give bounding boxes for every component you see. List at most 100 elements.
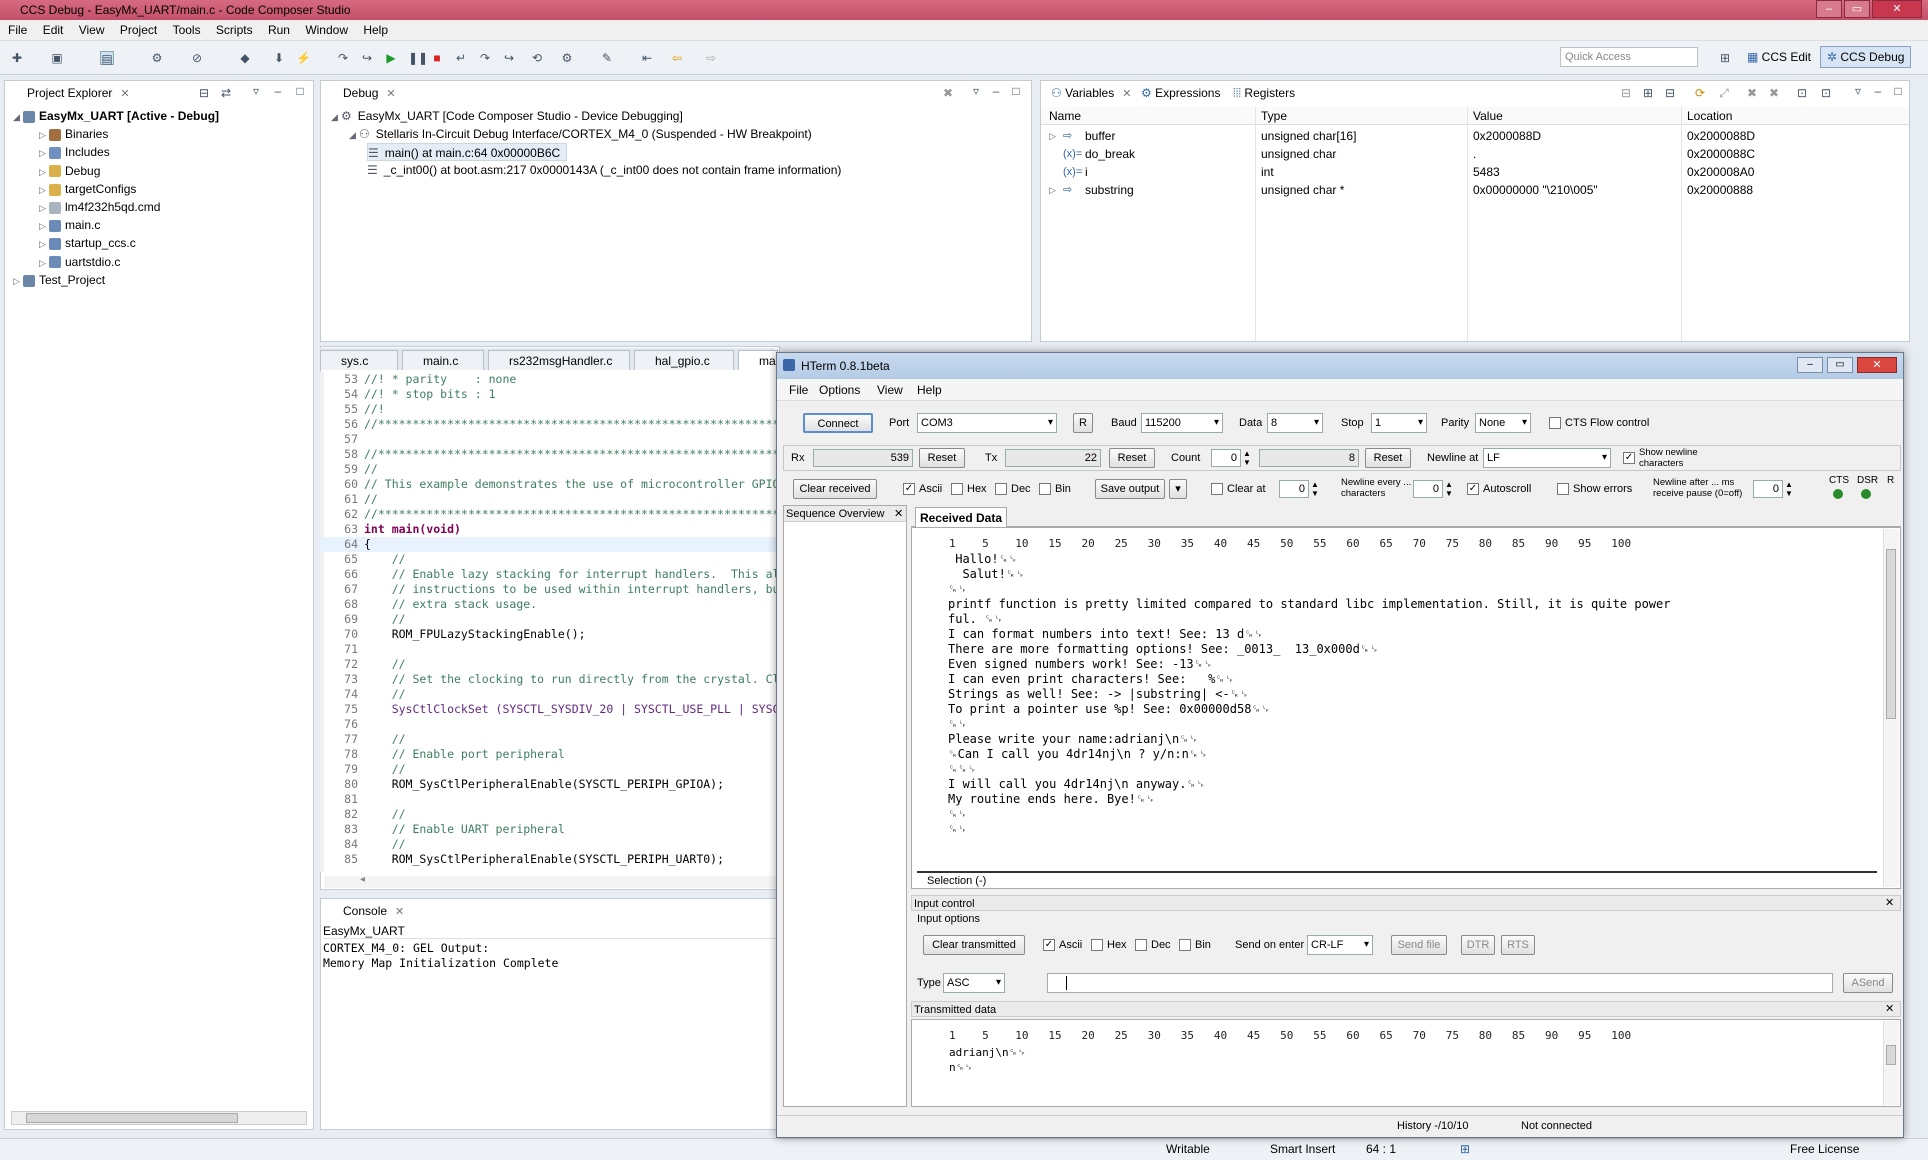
count-spinner-icon[interactable]: ▲ ▼ [1243, 449, 1251, 467]
tab-debug[interactable]: Debug ✕ [321, 81, 396, 105]
save-icon[interactable]: ▣ [50, 51, 64, 65]
code-line[interactable]: 72 // [320, 657, 776, 672]
code-line[interactable]: 59 // [320, 462, 776, 477]
code-line[interactable]: 62 //************************************… [320, 507, 776, 522]
collapse-all-icon[interactable]: ⊟ [1663, 86, 1677, 100]
code-line[interactable]: 79 // [320, 762, 776, 777]
connect-button[interactable]: Connect [803, 413, 873, 433]
stop-bits-select[interactable]: 1 [1371, 413, 1427, 433]
newline-every-spinner-icon[interactable]: ▲ ▼ [1445, 480, 1453, 498]
clear-received-button[interactable]: Clear received [793, 479, 877, 499]
flash-icon[interactable]: ⬇ [272, 51, 286, 65]
menu-edit[interactable]: Edit [43, 23, 64, 37]
code-line[interactable]: 75 SysCtlClockSet (SYSCTL_SYSDIV_20 | SY… [320, 702, 776, 717]
newline-at-select[interactable]: LF [1483, 448, 1611, 468]
debug-view-icon[interactable]: ▤ [100, 51, 114, 66]
menu-project[interactable]: Project [120, 23, 157, 37]
rx-reset-button[interactable]: Reset [919, 448, 965, 468]
tab-hal-gpio-c[interactable]: hal_gpio.c [634, 350, 734, 370]
step-over-icon[interactable]: ↪ [360, 51, 374, 65]
tree-item-test-project[interactable]: ▷ Test_Project [13, 271, 105, 289]
collapsed-arrow-icon[interactable]: ▷ [39, 181, 49, 199]
transmitted-scrollbar[interactable] [1883, 1021, 1899, 1105]
expanded-arrow-icon[interactable]: ◢ [13, 108, 23, 126]
code-line[interactable]: 54 //! * stop bits : 1 [320, 387, 776, 402]
show-errors-checkbox[interactable] [1557, 483, 1569, 495]
rx-bin-checkbox[interactable] [1039, 483, 1051, 495]
tab-console[interactable]: Console ✕ [321, 899, 404, 923]
code-line[interactable]: 58 //************************************… [320, 447, 776, 462]
code-line[interactable]: 64 { [320, 537, 776, 552]
hterm-menu-options[interactable]: Options [819, 379, 860, 401]
collapsed-arrow-icon[interactable]: ▷ [39, 144, 49, 162]
code-line[interactable]: 81 [320, 792, 776, 807]
collapsed-arrow-icon[interactable]: ▷ [39, 217, 49, 235]
send-on-enter-select[interactable]: CR-LF [1307, 935, 1373, 955]
quick-access-input[interactable]: Quick Access [1560, 47, 1698, 67]
terminate-icon[interactable]: ■ [430, 51, 444, 65]
minimize-panel-icon[interactable]: – [271, 84, 285, 98]
clear-at-checkbox[interactable] [1211, 483, 1223, 495]
debug-icon[interactable]: ⚙ [150, 51, 164, 65]
rx-dec-checkbox[interactable] [995, 483, 1007, 495]
code-line[interactable]: 66 // Enable lazy stacking for interrupt… [320, 567, 776, 582]
count-input[interactable]: 0 [1211, 449, 1241, 467]
connect-target-icon[interactable]: ⚡ [296, 51, 311, 65]
new-view-icon[interactable]: ⊡ [1795, 86, 1809, 100]
clear-at-spinner-icon[interactable]: ▲ ▼ [1311, 480, 1319, 498]
rx-ascii-checkbox[interactable]: ✓ [903, 483, 915, 495]
skip-breakpoints-icon[interactable]: ⊘ [190, 51, 204, 65]
code-line[interactable]: 65 // [320, 552, 776, 567]
collapsed-arrow-icon[interactable]: ▷ [39, 199, 49, 217]
type-select[interactable]: ASC [943, 973, 1005, 993]
step-into-icon[interactable]: ↷ [336, 51, 350, 65]
data-bits-select[interactable]: 8 [1267, 413, 1323, 433]
close-tab-icon[interactable]: ✕ [1122, 88, 1131, 100]
close-tab-icon[interactable]: ✕ [120, 88, 129, 100]
forward-icon[interactable]: ⇨ [704, 51, 718, 65]
save-output-button[interactable]: Save output [1095, 479, 1165, 499]
tab-project-explorer[interactable]: Project Explorer ✕ [5, 81, 130, 105]
maximize-panel-icon[interactable]: □ [1891, 84, 1905, 98]
column-value[interactable]: Value [1473, 107, 1503, 125]
code-line[interactable]: 55 //! [320, 402, 776, 417]
new-icon[interactable]: ✚ [10, 51, 24, 65]
menu-scripts[interactable]: Scripts [216, 23, 253, 37]
tree-item-lm4f232h5qd-cmd[interactable]: ▷ lm4f232h5qd.cmd [39, 198, 160, 216]
view-menu-icon[interactable]: ▿ [1851, 84, 1865, 98]
back-icon[interactable]: ⇦ [670, 51, 684, 65]
link-editor-icon[interactable]: ⇄ [219, 86, 233, 100]
collapsed-arrow-icon[interactable]: ▷ [39, 235, 49, 253]
tab-expressions[interactable]: ⚙ Expressions [1141, 81, 1220, 105]
tree-item-debug[interactable]: ▷ Debug [39, 162, 100, 180]
tree-item-uartstdio-c[interactable]: ▷ uartstdio.c [39, 253, 120, 271]
newline-after-input[interactable]: 0 [1753, 480, 1783, 498]
maximize-button[interactable]: ▭ [1844, 0, 1870, 18]
tab-received-data[interactable]: Received Data [915, 507, 1007, 527]
tab-main-c-active[interactable]: ma [738, 350, 778, 370]
build-icon[interactable]: ◆ [238, 51, 252, 65]
port-select[interactable]: COM3 [917, 413, 1057, 433]
count-reset-button[interactable]: Reset [1365, 448, 1411, 468]
menu-file[interactable]: File [8, 23, 27, 37]
scroll-left-icon[interactable]: ◂ [360, 874, 365, 885]
close-input-control-icon[interactable]: ✕ [1885, 896, 1894, 909]
hterm-menu-help[interactable]: Help [917, 379, 942, 401]
code-line[interactable]: 53 //! * parity : none [320, 372, 776, 387]
expanded-arrow-icon[interactable]: ◢ [331, 108, 341, 126]
asm-step-into-icon[interactable]: ↷ [478, 51, 492, 65]
tree-item-easymx-uart[interactable]: ◢ EasyMx_UART [Active - Debug] [13, 107, 219, 125]
column-name[interactable]: Name [1049, 107, 1081, 125]
show-newline-checkbox[interactable]: ✓ [1623, 452, 1635, 464]
tx-hex-checkbox[interactable] [1091, 939, 1103, 951]
reset-icon[interactable]: ⟲ [530, 51, 544, 65]
code-line[interactable]: 71 [320, 642, 776, 657]
step-return-icon[interactable]: ↵ [454, 51, 468, 65]
clear-transmitted-button[interactable]: Clear transmitted [923, 935, 1025, 955]
select-all-icon[interactable]: ⊞ [1641, 86, 1655, 100]
code-line[interactable]: 56 //************************************… [320, 417, 776, 432]
newline-every-input[interactable]: 0 [1413, 480, 1443, 498]
dtr-button[interactable]: DTR [1461, 935, 1495, 955]
collapsed-arrow-icon[interactable]: ▷ [39, 163, 49, 181]
restore-icon[interactable]: ⤢ [1717, 86, 1731, 100]
